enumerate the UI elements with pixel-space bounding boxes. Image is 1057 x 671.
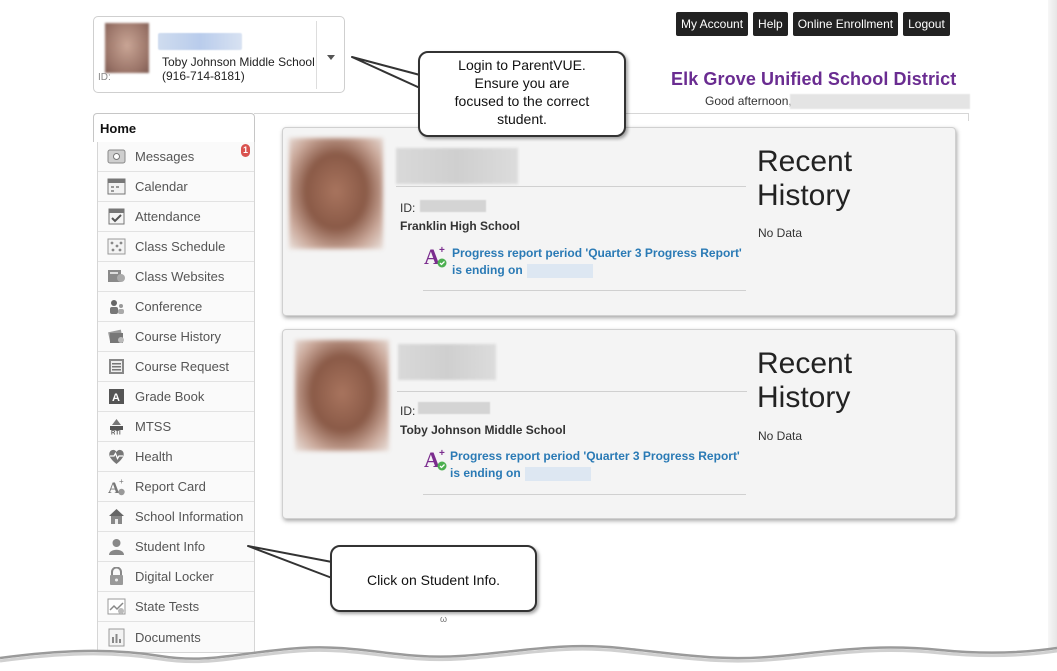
callout-student-info: Click on Student Info. [330,545,537,612]
callout-login-text: Login to ParentVUE. Ensure you are focus… [454,57,590,127]
callout-login: Login to ParentVUE. Ensure you are focus… [418,51,626,137]
stray-mark: ω [440,614,448,624]
callout-pointer-student-info [247,545,333,579]
torn-paper-edge [0,644,1057,671]
callout-pointer-login [351,56,421,89]
